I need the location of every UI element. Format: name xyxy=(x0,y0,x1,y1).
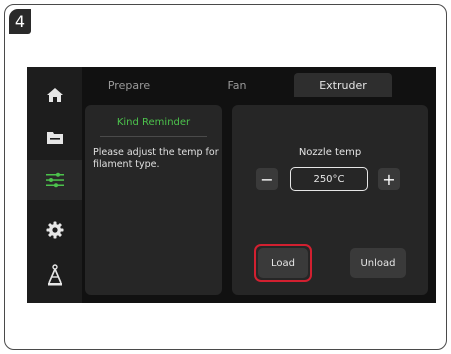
nozzle-temp-label: Nozzle temp xyxy=(298,147,362,158)
gear-icon xyxy=(46,221,63,239)
reminder-text: Please adjust the temp for filament type… xyxy=(93,147,219,170)
load-highlight-outline xyxy=(254,244,312,282)
increase-temp-button[interactable]: + xyxy=(378,168,400,190)
sidebar-item-controls[interactable] xyxy=(27,160,82,200)
sidebar-item-files[interactable] xyxy=(27,117,82,157)
sidebar-item-printer[interactable] xyxy=(27,255,82,295)
reminder-panel: Kind Reminder Please adjust the temp for… xyxy=(85,105,222,295)
tab-prepare[interactable]: Prepare xyxy=(94,73,164,97)
instruction-card: 4 Prepare Fan Extruder Kind Reminder Ple… xyxy=(4,4,447,350)
sidebar-item-settings[interactable] xyxy=(27,210,82,250)
tab-bar: Prepare Fan Extruder xyxy=(82,67,436,97)
extruder-panel: Nozzle temp − 250°C + Load Unload xyxy=(232,105,428,295)
unload-button[interactable]: Unload xyxy=(350,248,406,278)
folder-icon xyxy=(46,131,63,144)
home-icon xyxy=(46,88,63,102)
sliders-icon xyxy=(45,172,64,188)
tab-fan[interactable]: Fan xyxy=(212,73,262,97)
sidebar xyxy=(27,67,82,303)
printer-screen: Prepare Fan Extruder Kind Reminder Pleas… xyxy=(27,67,436,303)
decrease-temp-button[interactable]: − xyxy=(256,168,278,190)
reminder-title: Kind Reminder xyxy=(116,117,191,128)
step-number-badge: 4 xyxy=(9,9,31,34)
tab-extruder[interactable]: Extruder xyxy=(294,73,392,97)
reminder-divider xyxy=(100,136,207,137)
printer-icon xyxy=(47,264,62,286)
sidebar-item-home[interactable] xyxy=(27,75,82,115)
nozzle-temp-field[interactable]: 250°C xyxy=(290,167,368,191)
